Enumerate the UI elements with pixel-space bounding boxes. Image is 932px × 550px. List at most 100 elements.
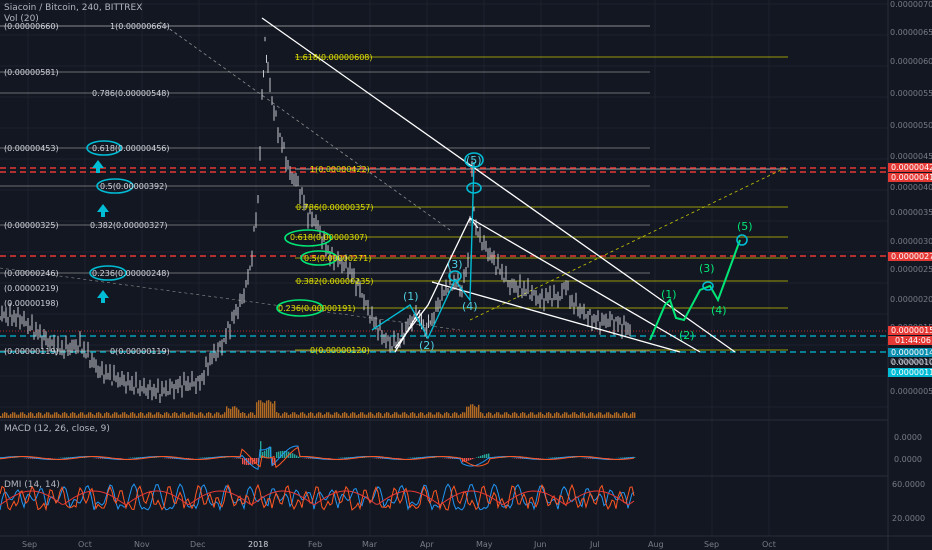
volume-bar bbox=[274, 400, 276, 418]
macd-histogram-bar bbox=[466, 458, 468, 462]
price-badge-text: 0.00000423 bbox=[891, 163, 932, 172]
time-tick: 2018 bbox=[248, 540, 268, 549]
volume-bar bbox=[246, 415, 248, 418]
volume-bar bbox=[24, 413, 26, 418]
volume-bar bbox=[162, 415, 164, 418]
symbol-title[interactable]: Siacoin / Bitcoin, 240, BITTREX bbox=[4, 3, 142, 13]
volume-bar bbox=[466, 406, 468, 418]
dmi-indicator-label[interactable]: DMI (14, 14) bbox=[4, 480, 60, 490]
macd-histogram-bar bbox=[100, 458, 102, 459]
volume-bar bbox=[296, 414, 298, 418]
volume-bar bbox=[256, 402, 258, 418]
volume-bar bbox=[50, 414, 52, 418]
volume-bar bbox=[340, 415, 342, 418]
volume-bar bbox=[310, 412, 312, 418]
volume-bar bbox=[200, 412, 202, 418]
volume-bar bbox=[0, 416, 2, 418]
volume-bar bbox=[74, 412, 76, 418]
volume-bar bbox=[82, 412, 84, 418]
price-tick: 0.00000350 bbox=[890, 208, 932, 217]
volume-bar bbox=[94, 415, 96, 418]
volume-bar bbox=[624, 412, 626, 418]
volume-bar bbox=[498, 412, 500, 418]
volume-bar bbox=[346, 413, 348, 418]
volume-bar bbox=[468, 406, 470, 418]
volume-bar bbox=[238, 409, 240, 418]
volume-bar bbox=[516, 413, 518, 418]
volume-bar bbox=[248, 413, 250, 418]
volume-bar bbox=[362, 412, 364, 418]
volume-bar bbox=[584, 413, 586, 418]
volume-bar bbox=[312, 413, 314, 418]
volume-bar bbox=[604, 414, 606, 418]
volume-bar bbox=[370, 412, 372, 418]
volume-bar bbox=[194, 414, 196, 418]
fib-label: 0.5(0.00000392) bbox=[100, 182, 167, 191]
time-tick: Nov bbox=[134, 540, 150, 549]
volume-bar bbox=[92, 414, 94, 418]
volume-bar bbox=[588, 413, 590, 418]
volume-bar bbox=[580, 412, 582, 418]
volume-bar bbox=[408, 415, 410, 418]
volume-bar bbox=[422, 412, 424, 418]
volume-bar bbox=[116, 412, 118, 418]
volume-bar bbox=[614, 412, 616, 418]
macd-tick: 0.0000 bbox=[894, 455, 922, 464]
volume-bar bbox=[110, 415, 112, 418]
volume-bar bbox=[626, 412, 628, 418]
time-tick: Mar bbox=[362, 540, 378, 549]
volume-bar bbox=[218, 412, 220, 418]
macd-histogram-bar bbox=[28, 458, 30, 459]
volume-bar bbox=[592, 412, 594, 418]
volume-bar bbox=[174, 412, 176, 418]
volume-bar bbox=[570, 414, 572, 418]
macd-histogram-bar bbox=[480, 455, 482, 458]
volume-bar bbox=[150, 412, 152, 418]
volume-bar bbox=[566, 412, 568, 418]
volume-indicator-label[interactable]: Vol (20) bbox=[4, 14, 39, 24]
volume-bar bbox=[42, 415, 44, 418]
macd-histogram-bar bbox=[470, 458, 472, 460]
price-badge-text: 0.00000417 bbox=[891, 173, 932, 182]
volume-bar bbox=[608, 412, 610, 418]
volume-bar bbox=[16, 414, 18, 418]
volume-bar bbox=[38, 412, 40, 418]
macd-histogram-bar bbox=[586, 458, 588, 459]
volume-bar bbox=[634, 412, 636, 418]
volume-bar bbox=[58, 413, 60, 418]
volume-bar bbox=[126, 414, 128, 418]
price-tick: 0.00000500 bbox=[890, 121, 932, 130]
macd-histogram-bar bbox=[342, 457, 344, 458]
volume-bar bbox=[480, 412, 482, 418]
volume-bar bbox=[188, 414, 190, 418]
volume-bar bbox=[22, 412, 24, 418]
volume-bar bbox=[506, 412, 508, 418]
volume-bar bbox=[536, 414, 538, 418]
volume-bar bbox=[84, 414, 86, 418]
volume-bar bbox=[220, 414, 222, 418]
volume-bar bbox=[360, 412, 362, 418]
macd-histogram-bar bbox=[552, 457, 554, 458]
volume-bar bbox=[548, 412, 550, 418]
fib-label: 0.786(0.00000548) bbox=[92, 89, 170, 98]
volume-bar bbox=[398, 414, 400, 418]
volume-bar bbox=[412, 412, 414, 418]
volume-bar bbox=[90, 412, 92, 418]
volume-bar bbox=[392, 413, 394, 418]
volume-bar bbox=[34, 415, 36, 418]
volume-bar bbox=[178, 415, 180, 418]
volume-bar bbox=[242, 412, 244, 418]
macd-histogram-bar bbox=[624, 457, 626, 458]
volume-bar bbox=[618, 413, 620, 418]
volume-bar bbox=[164, 412, 166, 418]
macd-indicator-label[interactable]: MACD (12, 26, close, 9) bbox=[4, 424, 110, 434]
volume-bar bbox=[558, 412, 560, 418]
volume-bar bbox=[540, 412, 542, 418]
volume-bar bbox=[528, 413, 530, 418]
volume-bar bbox=[166, 412, 168, 418]
trading-chart[interactable]: 1(0.00000664) (0.00000660) (0.00000581) … bbox=[0, 0, 932, 550]
time-tick: Sep bbox=[704, 540, 719, 549]
volume-bar bbox=[496, 412, 498, 418]
volume-bar bbox=[426, 413, 428, 418]
fib-label: 0.618(0.00000307) bbox=[290, 233, 368, 242]
